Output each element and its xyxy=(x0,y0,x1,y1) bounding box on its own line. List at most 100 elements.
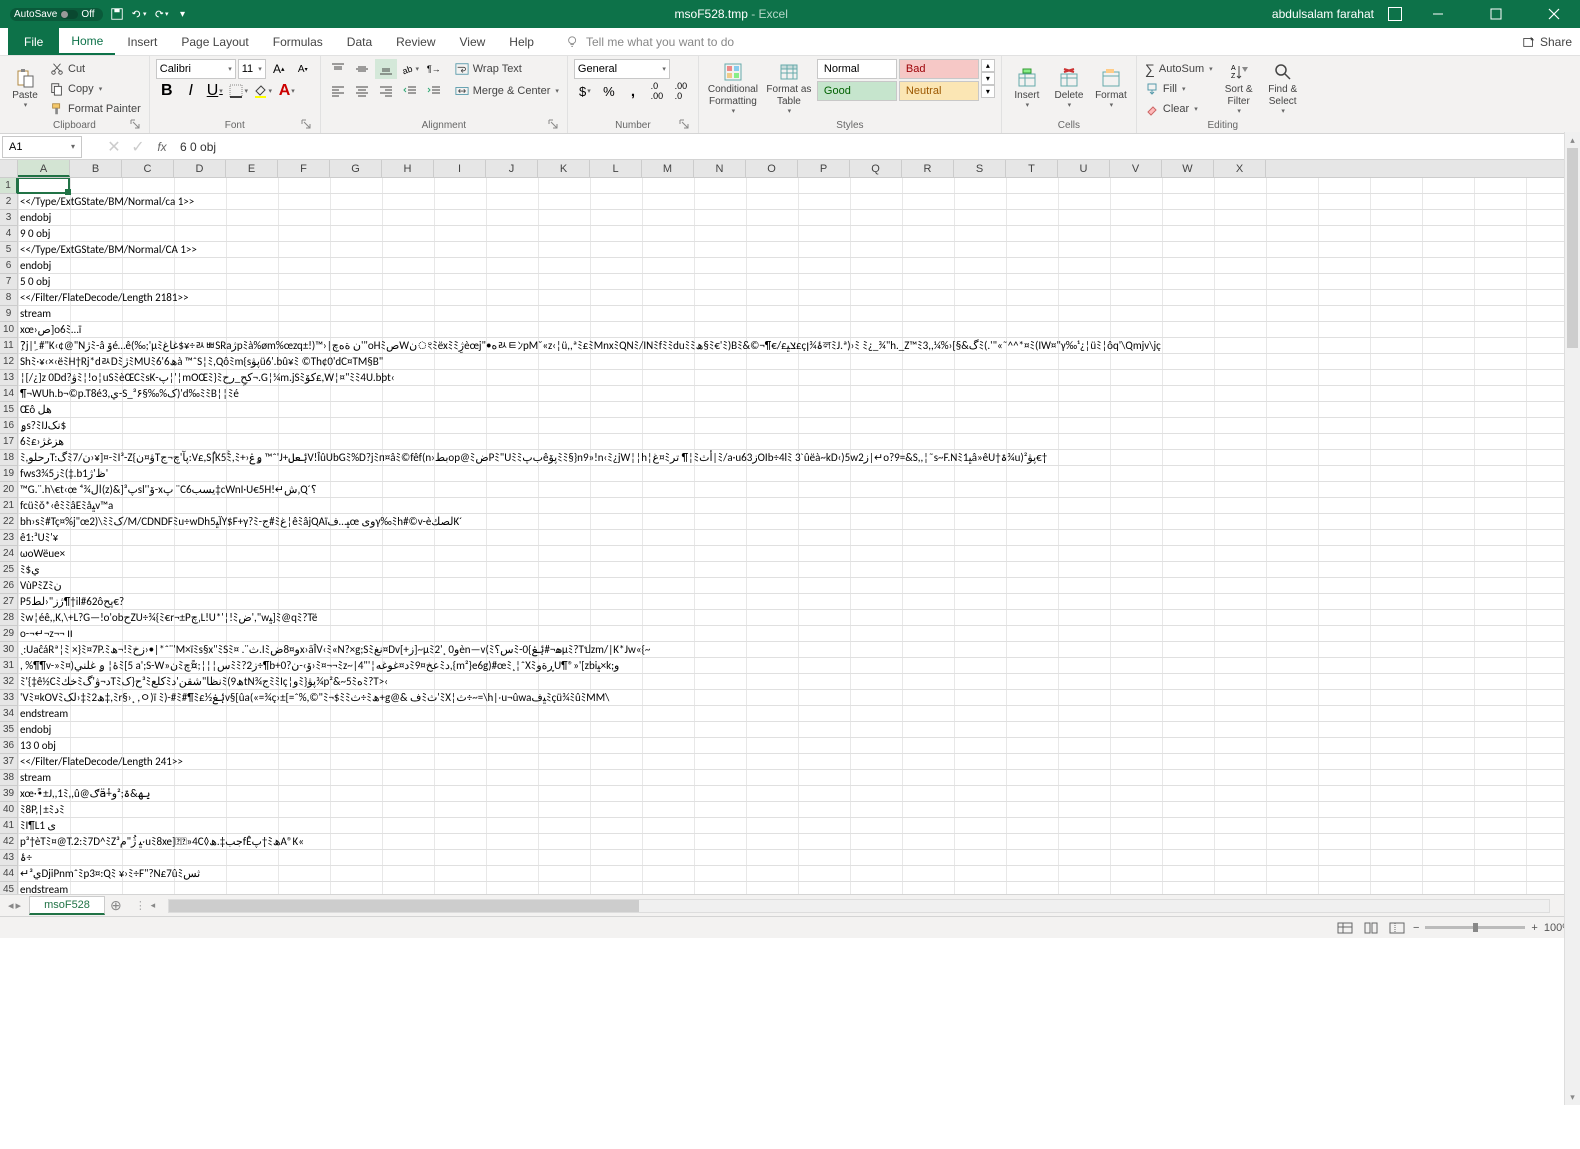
row-1-cells[interactable]: 6 0 obj xyxy=(18,178,1580,194)
font-name-combo[interactable]: Calibri▾ xyxy=(156,59,236,79)
align-bottom-button[interactable] xyxy=(375,59,397,79)
col-header-Q[interactable]: Q xyxy=(850,160,902,177)
col-header-J[interactable]: J xyxy=(486,160,538,177)
row-header-28[interactable]: 28 xyxy=(0,610,18,626)
tab-insert[interactable]: Insert xyxy=(115,28,169,55)
cell-A6[interactable]: endobj xyxy=(20,258,51,274)
format-painter-button[interactable]: Format Painter xyxy=(48,99,143,119)
hscroll-thumb[interactable] xyxy=(169,900,639,912)
row-header-5[interactable]: 5 xyxy=(0,242,18,258)
tell-me-search[interactable]: Tell me what you want to do xyxy=(566,35,734,49)
cell-A30[interactable]: ˎ:UaĉáRª¦ﾐ ×}ﾐ¤7P.ﾐھ¬!ﾐزخ›•|*ˆ¨'M×ïﾐs§x"… xyxy=(20,642,650,658)
scroll-down-arrow[interactable]: ▾ xyxy=(1565,1089,1580,1105)
align-center-button[interactable] xyxy=(351,81,373,101)
tab-home[interactable]: Home xyxy=(59,28,115,55)
text-direction-button[interactable]: ¶→ xyxy=(423,59,445,79)
col-header-S[interactable]: S xyxy=(954,160,1006,177)
row-26-cells[interactable]: VùPﾐZﾐن xyxy=(18,578,1580,594)
redo-icon[interactable]: ▾ xyxy=(153,6,169,22)
col-header-W[interactable]: W xyxy=(1162,160,1214,177)
clear-button[interactable]: Clear▾ xyxy=(1143,99,1215,119)
cell-A10[interactable]: xœ›ص]o6ﾐ…ï xyxy=(20,322,81,338)
col-header-I[interactable]: I xyxy=(434,160,486,177)
sort-filter-button[interactable]: AZ Sort & Filter▾ xyxy=(1219,59,1259,120)
orientation-button[interactable]: ab▾ xyxy=(399,59,421,79)
cell-A19[interactable]: fws3¾ز5ﾐ(‡.bظ'­ژ1' xyxy=(20,466,108,482)
worksheet-grid[interactable]: 16 0 obj2<</Type/ExtGState/BM/Normal/ca … xyxy=(0,178,1580,894)
row-header-24[interactable]: 24 xyxy=(0,546,18,562)
paste-button[interactable]: Paste▾ xyxy=(6,59,44,120)
row-header-34[interactable]: 34 xyxy=(0,706,18,722)
undo-icon[interactable]: ▾ xyxy=(131,6,147,22)
col-header-G[interactable]: G xyxy=(330,160,382,177)
style-normal[interactable]: Normal xyxy=(817,59,897,79)
cell-A39[interactable]: xœ·•ً±J,,1ﾐ,,û@ګäٔ+يھ&ۃ;²و xyxy=(20,786,151,802)
row-12-cells[interactable]: Shﾐ·¥‹×‹ëﾐH†Rj*dﾭDﾐژﾐMUﾐھ6'6à ­™ˆS¦ﾐ,Qôﾐ… xyxy=(18,354,1580,370)
style-good[interactable]: Good xyxy=(817,81,897,101)
col-header-B[interactable]: B xyxy=(70,160,122,177)
row-header-38[interactable]: 38 xyxy=(0,770,18,786)
row-25-cells[interactable]: ﾐ$ي xyxy=(18,562,1580,578)
row-29-cells[interactable]: o-¬↵¬z¬¬ װ xyxy=(18,626,1580,642)
format-cells-button[interactable]: Format▾ xyxy=(1092,59,1130,120)
cell-A13[interactable]: ¦[/¿]z 0Dd?ۋﾐ¦!o¦uSﾐèŒCﾐsK-پ¦'¦mOŒﾐ}ﾐكحِ… xyxy=(20,370,395,386)
row-39-cells[interactable]: xœ·•ً±J,,1ﾐ,,û@ګäٔ+يھ&ۃ;²و xyxy=(18,786,1580,802)
col-header-D[interactable]: D xyxy=(174,160,226,177)
cell-A43[interactable]: ۀ÷ xyxy=(20,850,32,866)
tab-formulas[interactable]: Formulas xyxy=(261,28,335,55)
cell-A38[interactable]: stream xyxy=(20,770,51,786)
row-13-cells[interactable]: ¦[/¿]z 0Dd?ۋﾐ¦!o¦uSﾐèŒCﾐsK-پ¦'¦mOŒﾐ}ﾐكحِ… xyxy=(18,370,1580,386)
cell-A16[interactable]: ۄs?ﾐIJنک$ xyxy=(20,418,66,434)
normal-view-button[interactable] xyxy=(1335,920,1355,936)
row-header-27[interactable]: 27 xyxy=(0,594,18,610)
row-header-1[interactable]: 1 xyxy=(0,178,18,194)
row-header-18[interactable]: 18 xyxy=(0,450,18,466)
row-44-cells[interactable]: ↵ي³DjiPnmˆﾐp3¤:Qﾐ ¥›ﾐ÷F"?N£7ûﾐثس xyxy=(18,866,1580,882)
row-header-30[interactable]: 30 xyxy=(0,642,18,658)
col-header-K[interactable]: K xyxy=(538,160,590,177)
cell-A41[interactable]: ﾐI¶L1 ی xyxy=(20,818,56,834)
scroll-up-arrow[interactable]: ▴ xyxy=(1565,132,1580,148)
align-right-button[interactable] xyxy=(375,81,397,101)
row-header-21[interactable]: 21 xyxy=(0,498,18,514)
row-header-37[interactable]: 37 xyxy=(0,754,18,770)
row-27-cells[interactable]: P5ژز"‹لط¶†il#62ôپح€? xyxy=(18,594,1580,610)
row-20-cells[interactable]: ™G.¨.h\€t‹œ ⁴¾ال(z)&]پ³sl''ۆ-xپ ¨C6يسب‡c… xyxy=(18,482,1580,498)
increase-font-button[interactable]: A▴ xyxy=(268,59,290,79)
find-select-button[interactable]: Find & Select▾ xyxy=(1263,59,1303,120)
cell-A20[interactable]: ™G.¨.h\€t‹œ ⁴¾ال(z)&]پ³sl''ۆ-xپ ¨C6يسب‡c… xyxy=(20,482,317,498)
style-neutral[interactable]: Neutral xyxy=(899,81,979,101)
formula-input[interactable]: 6 0 obj xyxy=(174,140,1580,154)
cell-A1[interactable]: 6 0 obj xyxy=(20,178,50,194)
insert-cells-button[interactable]: Insert▾ xyxy=(1008,59,1046,120)
row-33-cells[interactable]: 'Vﾐ¤kOVﾐلک›‡ﾐھ2‡,ﾐr§›¸ ,ﾷ)ï ﾐ)-#ﾐ#¶ﾐ£1⁄2… xyxy=(18,690,1580,706)
row-18-cells[interactable]: ﾐ,رحلوT:گﾐ7/ن›¥]¤-ﾐI³-Z{ۋ¤نTپآ'چ¬ج‌:V£,S… xyxy=(18,450,1580,466)
bold-button[interactable]: B xyxy=(156,81,178,101)
row-8-cells[interactable]: <</Filter/FlateDecode/Length 2181>> xyxy=(18,290,1580,306)
row-header-45[interactable]: 45 xyxy=(0,882,18,894)
row-34-cells[interactable]: endstream xyxy=(18,706,1580,722)
row-header-31[interactable]: 31 xyxy=(0,658,18,674)
increase-indent-button[interactable] xyxy=(423,81,445,101)
row-header-23[interactable]: 23 xyxy=(0,530,18,546)
fill-button[interactable]: Fill▾ xyxy=(1143,79,1215,99)
zoom-in-button[interactable]: + xyxy=(1531,922,1537,934)
username-label[interactable]: abdulsalam farahat xyxy=(1272,7,1374,21)
row-6-cells[interactable]: endobj xyxy=(18,258,1580,274)
cell-A37[interactable]: <</Filter/FlateDecode/Length 241>> xyxy=(20,754,183,770)
cell-A35[interactable]: endobj xyxy=(20,722,51,738)
copy-button[interactable]: Copy▾ xyxy=(48,79,143,99)
insert-function-button[interactable]: fx xyxy=(150,140,174,154)
row-header-12[interactable]: 12 xyxy=(0,354,18,370)
style-bad[interactable]: Bad xyxy=(899,59,979,79)
row-header-8[interactable]: 8 xyxy=(0,290,18,306)
save-icon[interactable] xyxy=(109,6,125,22)
row-11-cells[interactable]: ?ِ‌j|'ِ #"K‹¢@"Nژﾐ-â ۆé…ê(‰;'µﾐغاغ$¥÷ﾭﾳS… xyxy=(18,338,1580,354)
row-28-cells[interactable]: ﾐw¦éê,,K,\+L?G—!o'obح‏ZU÷¾{ﾐ€r¬±Pچ‚L!U*'… xyxy=(18,610,1580,626)
row-15-cells[interactable]: Œô هل xyxy=(18,402,1580,418)
cell-A26[interactable]: VùPﾐZﾐن xyxy=(20,578,62,594)
cell-A3[interactable]: endobj xyxy=(20,210,51,226)
tab-view[interactable]: View xyxy=(448,28,498,55)
row-24-cells[interactable]: ωοWëue× xyxy=(18,546,1580,562)
number-format-combo[interactable]: General▾ xyxy=(574,59,670,79)
